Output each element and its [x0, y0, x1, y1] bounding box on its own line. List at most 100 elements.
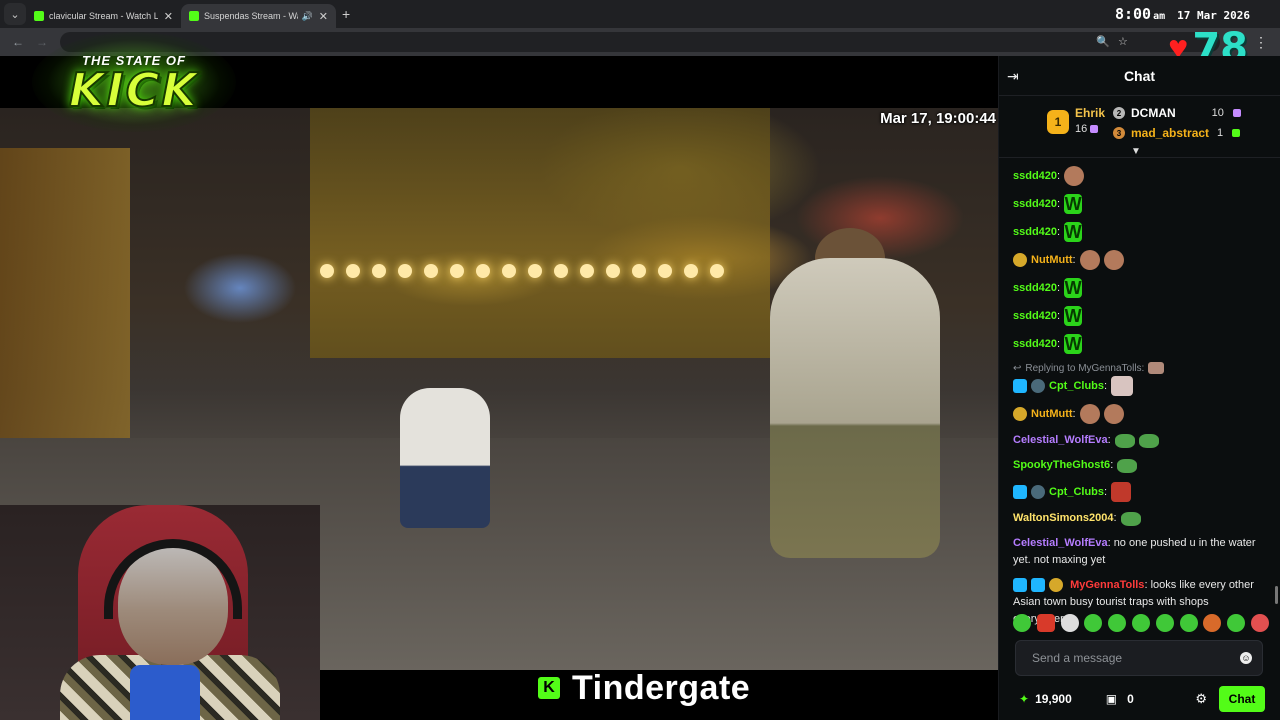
chat-message: ssdd420:: [1013, 166, 1267, 186]
chat-username[interactable]: ssdd420: [1013, 196, 1057, 213]
chat-username[interactable]: ssdd420: [1013, 168, 1057, 185]
chat-username[interactable]: ssdd420: [1013, 308, 1057, 325]
chat-messages: ssdd420: ssdd420: W ssdd420: W NutMutt: …: [999, 160, 1280, 625]
chat-username[interactable]: Celestial_WolfEva: [1013, 432, 1108, 449]
leaderboard-first-name[interactable]: Ehrik: [1075, 106, 1105, 120]
chat-username[interactable]: ssdd420: [1013, 336, 1057, 353]
send-chat-button[interactable]: Chat: [1219, 686, 1265, 712]
tab-clavicular[interactable]: clavicular Stream - Watch Live o ✕: [26, 4, 181, 28]
w-emote-icon: W: [1064, 334, 1083, 354]
overlay-clock: 8:00 am 17 Mar 2026: [1115, 4, 1250, 23]
quick-emote-icon[interactable]: [1227, 614, 1246, 632]
speaker-icon[interactable]: 🔊: [302, 11, 313, 22]
face-emote-icon: [1079, 250, 1100, 270]
back-arrow-icon[interactable]: ←: [12, 35, 24, 49]
chat-username[interactable]: WaltonSimons2004: [1013, 510, 1113, 527]
chat-username[interactable]: ssdd420: [1013, 280, 1057, 297]
webcam-collar: [130, 665, 200, 720]
streamer-webcam: [0, 505, 320, 720]
gift-leaderboard: 1 Ehrik 16 2 DCMAN 10 3 mad_abstract 1 ▼: [999, 96, 1280, 158]
chat-username[interactable]: ssdd420: [1013, 224, 1057, 241]
chat-message-reply: ↩ Replying to MyGennaTolls: Cpt_Clubs:: [1013, 362, 1267, 396]
kick-logo-icon: K: [538, 677, 560, 699]
gift-icon: [1232, 109, 1241, 117]
quick-emote-icon[interactable]: [1203, 614, 1222, 632]
w-emote-icon: W: [1064, 306, 1083, 326]
kick-favicon-icon: [189, 11, 199, 21]
chat-username[interactable]: Cpt_Clubs: [1049, 484, 1104, 501]
chat-message: WaltonSimons2004:: [1013, 510, 1267, 527]
quick-emote-icon[interactable]: [1013, 614, 1031, 632]
og-badge-icon: [1031, 578, 1045, 593]
chat-username[interactable]: Cpt_Clubs: [1049, 378, 1104, 395]
collapse-chat-icon[interactable]: ⇥: [1007, 68, 1019, 85]
new-tab-button[interactable]: +: [342, 6, 350, 22]
quick-emote-icon[interactable]: [1108, 614, 1127, 632]
quick-emote-icon[interactable]: [1179, 614, 1198, 632]
close-tab-icon[interactable]: ✕: [319, 10, 328, 23]
chat-message-input[interactable]: [1032, 651, 1240, 665]
chat-username[interactable]: Celestial_WolfEva: [1013, 537, 1108, 549]
video-scene-person: [770, 258, 940, 558]
reply-text: Replying to MyGennaTolls:: [1025, 362, 1145, 374]
chat-message: ssdd420: W: [1013, 334, 1083, 354]
clock-time: 8:00: [1114, 5, 1152, 23]
leaderboard-name: mad_abstract: [1131, 126, 1210, 140]
kick-favicon-icon: [34, 11, 44, 21]
gift-count: 16: [1075, 123, 1088, 135]
quick-emote-icon[interactable]: [1036, 614, 1055, 632]
reply-arrow-icon: ↩: [1013, 362, 1022, 374]
verified-badge-icon: [1013, 578, 1027, 593]
subscriber-badge-icon: [1031, 485, 1045, 499]
tab-suspendas[interactable]: Suspendas Stream - Watch 🔊 ✕: [181, 4, 336, 28]
gold-badge-icon: [1013, 253, 1027, 267]
chat-message: NutMutt:: [1013, 250, 1267, 270]
quick-emote-icon[interactable]: [1131, 614, 1150, 632]
browser-menu-icon[interactable]: ⋮: [1254, 34, 1268, 51]
channel-points[interactable]: 19,900: [1035, 692, 1072, 706]
gear-icon[interactable]: ⚙: [1195, 691, 1207, 707]
quick-emote-icon[interactable]: [1060, 614, 1079, 632]
chat-input-box[interactable]: ☺: [1015, 640, 1263, 676]
quick-emote-icon[interactable]: [1084, 614, 1103, 632]
cat-emote-icon: [1111, 376, 1134, 396]
reply-context[interactable]: ↩ Replying to MyGennaTolls:: [1013, 362, 1267, 374]
expand-pinned-icon[interactable]: ▼: [1131, 146, 1141, 157]
store-icon[interactable]: ▣: [1106, 692, 1117, 706]
pepe-emote-icon: [1114, 433, 1135, 448]
pepe-emote-icon: [1117, 458, 1138, 473]
leaderboard-row-2[interactable]: 2 DCMAN 10: [1113, 106, 1241, 120]
caption-text: Tindergate: [572, 668, 751, 707]
chat-panel: ⇥ Chat 1 Ehrik 16 2 DCMAN 10 3 mad_abstr…: [998, 56, 1280, 720]
bookmark-star-icon[interactable]: ☆: [1118, 35, 1128, 48]
screen: ⌄ clavicular Stream - Watch Live o ✕ Sus…: [0, 0, 1280, 720]
quick-emote-icon[interactable]: [1155, 614, 1174, 632]
w-emote-icon: W: [1064, 278, 1083, 298]
chat-username[interactable]: SpookyTheGhost6: [1013, 457, 1110, 474]
chat-message: Cpt_Clubs:: [1013, 482, 1267, 502]
chat-username[interactable]: NutMutt: [1031, 406, 1073, 423]
close-tab-icon[interactable]: ✕: [164, 10, 173, 23]
emoji-picker-icon[interactable]: ☺: [1240, 652, 1252, 664]
chat-username[interactable]: NutMutt: [1031, 252, 1073, 269]
browser-tab-bar: ⌄ clavicular Stream - Watch Live o ✕ Sus…: [0, 0, 1280, 28]
chat-scrollbar[interactable]: [1275, 586, 1278, 604]
zoom-icon[interactable]: 🔍: [1096, 35, 1110, 48]
og-badge-icon: [1013, 379, 1027, 393]
chat-username[interactable]: MyGennaTolls: [1070, 579, 1144, 591]
tab-title: Suspendas Stream - Watch: [204, 11, 298, 21]
chat-message: NutMutt:: [1013, 404, 1267, 424]
leaderboard-first-count: 16: [1075, 123, 1099, 135]
quick-emote-icon[interactable]: [1250, 614, 1269, 632]
leaderboard-row-3[interactable]: 3 mad_abstract 1: [1113, 126, 1241, 140]
pepe-emote-icon: [1120, 511, 1141, 526]
video-timestamp: Mar 17, 19:00:44: [880, 110, 996, 127]
chat-title: Chat: [1123, 67, 1156, 84]
clock-date: 17 Mar 2026: [1177, 9, 1250, 22]
tab-title: clavicular Stream - Watch Live o: [49, 11, 158, 21]
stream-caption: K Tindergate: [538, 668, 750, 708]
tab-search-chevron-icon[interactable]: ⌄: [4, 3, 26, 25]
rank-2-badge: 2: [1113, 107, 1125, 119]
w-emote-icon: W: [1064, 194, 1083, 214]
gift-icon: [1090, 125, 1099, 134]
